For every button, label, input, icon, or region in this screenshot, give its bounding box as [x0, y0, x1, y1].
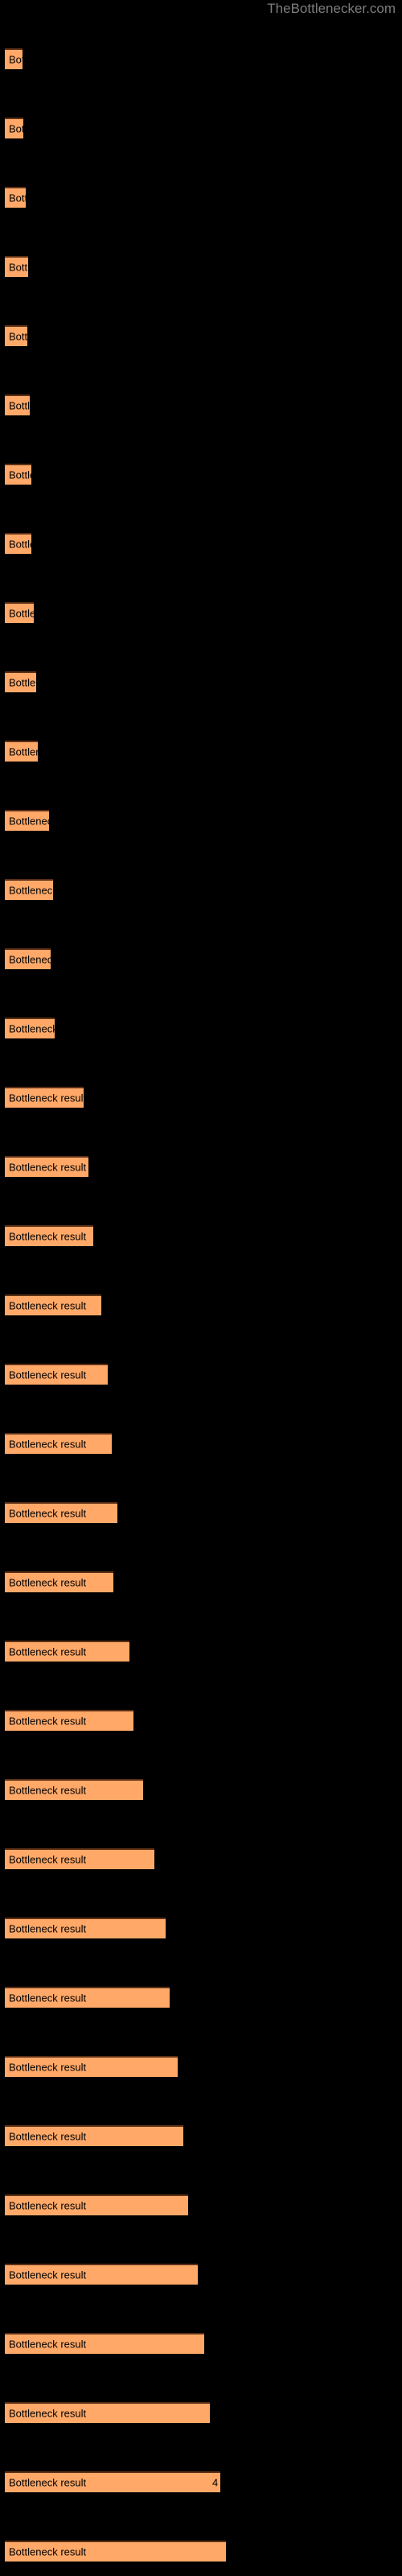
- bar-label: Bottleneck result: [9, 1161, 87, 1174]
- site-title: TheBottlenecker.com: [267, 1, 396, 16]
- bar-label: Bottleneck result: [9, 1507, 87, 1520]
- bar[interactable]: Bottleneck result: [5, 394, 30, 415]
- bar-label: Bottleneck result: [9, 1092, 84, 1104]
- bar[interactable]: Bottleneck result: [5, 1087, 84, 1108]
- bar-label: Bottleneck result: [9, 2268, 87, 2281]
- bar[interactable]: Bottleneck result: [5, 187, 26, 208]
- bar[interactable]: Bottleneck result: [5, 1987, 170, 2008]
- bar[interactable]: Bottleneck result: [5, 2402, 210, 2423]
- bar[interactable]: Bottleneck result: [5, 1641, 129, 1662]
- bar[interactable]: Bottleneck result: [5, 2541, 226, 2562]
- bar-label: Bottleneck result: [9, 2476, 87, 2489]
- bar[interactable]: Bottleneck result: [5, 1779, 143, 1800]
- bar-label: Bottleneck result: [9, 192, 26, 204]
- bar-label: Bottleneck result: [9, 469, 31, 481]
- bar[interactable]: Bottleneck result: [5, 533, 31, 554]
- bar[interactable]: Bottleneck result: [5, 741, 38, 762]
- bar[interactable]: Bottleneck result: [5, 879, 53, 900]
- bar[interactable]: Bottleneck result: [5, 48, 23, 69]
- bar[interactable]: Bottleneck result: [5, 810, 49, 831]
- bar-label: Bottleneck result: [9, 538, 31, 551]
- bar[interactable]: Bottleneck result: [5, 2125, 183, 2146]
- bar[interactable]: Bottleneck result: [5, 1918, 166, 1938]
- bar-label: Bottleneck result: [9, 1922, 87, 1935]
- bar-label: Bottleneck result: [9, 676, 36, 689]
- bar-label: Bottleneck result: [9, 1368, 87, 1381]
- bar-label: Bottleneck result: [9, 1992, 87, 2004]
- bar[interactable]: Bottleneck result: [5, 1294, 101, 1315]
- bar[interactable]: Bottleneck result: [5, 2194, 188, 2215]
- bar-value-label: 4: [212, 2476, 219, 2489]
- bar-label: Bottleneck result: [9, 2061, 87, 2074]
- bar-label: Bottleneck result: [9, 330, 27, 343]
- bar-label: Bottleneck result: [9, 261, 28, 274]
- bar[interactable]: Bottleneck result: [5, 464, 31, 485]
- bar[interactable]: Bottleneck result: [5, 1710, 133, 1731]
- bar[interactable]: Bottleneck result: [5, 1156, 88, 1177]
- bar[interactable]: Bottleneck result: [5, 1502, 117, 1523]
- bar-label: Bottleneck result: [9, 1022, 55, 1035]
- bar-label: Bottleneck result: [9, 815, 49, 828]
- bar-label: Bottleneck result: [9, 1784, 87, 1797]
- bar[interactable]: Bottleneck result: [5, 256, 28, 277]
- bar-label: Bottleneck result: [9, 1576, 87, 1589]
- bar-label: Bottleneck result: [9, 2199, 87, 2212]
- bar-label: Bottleneck result: [9, 884, 53, 897]
- bar-label: Bottleneck result: [9, 1645, 87, 1658]
- bar[interactable]: Bottleneck result: [5, 948, 51, 969]
- bar-label: Bottleneck result: [9, 2407, 87, 2420]
- bar[interactable]: Bottleneck result: [5, 2264, 198, 2285]
- bar-label: Bottleneck result: [9, 1715, 87, 1728]
- bar-label: Bottleneck result: [9, 1299, 87, 1312]
- bar-label: Bottleneck result: [9, 1230, 87, 1243]
- bar[interactable]: Bottleneck result: [5, 118, 23, 138]
- bar[interactable]: Bottleneck result: [5, 1018, 55, 1038]
- bar-label: Bottleneck result: [9, 1853, 87, 1866]
- bar[interactable]: Bottleneck result: [5, 602, 34, 623]
- bar[interactable]: Bottleneck result: [5, 671, 36, 692]
- bar[interactable]: Bottleneck result: [5, 2333, 204, 2354]
- bar-label: Bottleneck result: [9, 1438, 87, 1451]
- bar-label: Bottleneck result: [9, 53, 23, 66]
- bottleneck-bar-chart: TheBottlenecker.com Bottleneck resultBot…: [0, 0, 402, 2576]
- bar[interactable]: Bottleneck result: [5, 1364, 108, 1385]
- bar-label: Bottleneck result: [9, 2545, 87, 2558]
- bar[interactable]: Bottleneck result: [5, 325, 27, 346]
- bar-label: Bottleneck result: [9, 745, 38, 758]
- bar[interactable]: Bottleneck result: [5, 1848, 154, 1869]
- bar[interactable]: Bottleneck result: [5, 2056, 178, 2077]
- bar[interactable]: Bottleneck result 4: [5, 2471, 220, 2492]
- bar-label: Bottleneck result: [9, 399, 30, 412]
- bar[interactable]: Bottleneck result: [5, 1433, 112, 1454]
- bar-label: Bottleneck result: [9, 607, 34, 620]
- bar-label: Bottleneck result: [9, 122, 23, 135]
- bar-label: Bottleneck result: [9, 2130, 87, 2143]
- bar[interactable]: Bottleneck result: [5, 1225, 93, 1246]
- bar-label: Bottleneck result: [9, 953, 51, 966]
- bar[interactable]: Bottleneck result: [5, 1571, 113, 1592]
- bar-label: Bottleneck result: [9, 2338, 87, 2351]
